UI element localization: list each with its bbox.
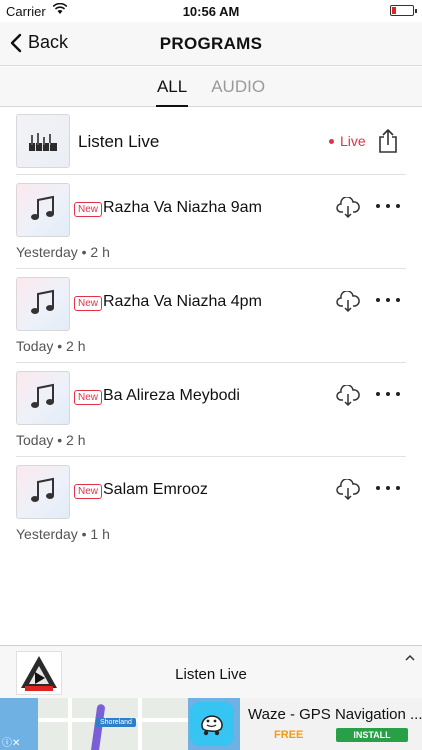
tab-audio[interactable]: AUDIO: [211, 67, 265, 107]
program-list: Listen Live Live New Razha Va Niazha 9am…: [0, 108, 422, 551]
live-status-label: Live: [340, 133, 366, 149]
live-thumbnail: [16, 114, 70, 168]
ad-banner[interactable]: ⓘ✕ Shoreland Waze - GPS Navigation ... F…: [0, 698, 422, 750]
more-icon[interactable]: [376, 294, 400, 306]
new-badge: New: [74, 296, 103, 311]
episode-thumbnail: [16, 371, 70, 425]
ad-map-image: Shoreland: [38, 698, 188, 750]
episode-thumbnail: [16, 465, 70, 519]
mini-player[interactable]: Listen Live: [0, 645, 422, 698]
install-button[interactable]: INSTALL: [336, 728, 408, 742]
music-note-icon: [31, 195, 54, 220]
battery-icon: [390, 5, 417, 16]
listen-live-row[interactable]: Listen Live Live: [16, 108, 406, 175]
episode-title: Ba Alireza Meybodi: [103, 387, 240, 404]
music-note-icon: [31, 477, 54, 502]
share-icon[interactable]: [377, 128, 399, 159]
list-item[interactable]: New Salam Emrooz Yesterday • 1 h: [16, 457, 406, 551]
list-item[interactable]: New Razha Va Niazha 4pm Today • 2 h: [16, 269, 406, 363]
episode-title: Salam Emrooz: [103, 481, 208, 498]
info-icon[interactable]: ⓘ✕: [2, 734, 20, 749]
tab-bar: ALL AUDIO: [0, 67, 422, 107]
download-icon[interactable]: [336, 478, 360, 506]
now-playing-title: Listen Live: [175, 666, 247, 683]
download-icon[interactable]: [336, 384, 360, 412]
episode-title: Razha Va Niazha 9am: [103, 199, 262, 216]
episode-thumbnail: [16, 183, 70, 237]
episode-title: Razha Va Niazha 4pm: [103, 293, 262, 310]
caret-up-icon[interactable]: [404, 649, 416, 667]
ad-map-street: Shoreland: [96, 718, 136, 727]
download-icon[interactable]: [336, 196, 360, 224]
status-bar: Carrier 10:56 AM: [0, 0, 422, 22]
more-icon[interactable]: [376, 388, 400, 400]
piano-keys-icon: [29, 133, 57, 151]
waze-icon: [190, 702, 234, 746]
episode-thumbnail: [16, 277, 70, 331]
ad-info-panel: Waze - GPS Navigation ... FREE INSTALL: [240, 698, 422, 750]
live-status: Live: [329, 133, 366, 149]
list-item[interactable]: New Ba Alireza Meybodi Today • 2 h: [16, 363, 406, 457]
more-icon[interactable]: [376, 200, 400, 212]
navigation-bar: Back PROGRAMS: [0, 22, 422, 66]
music-note-icon: [31, 289, 54, 314]
listen-live-label: Listen Live: [78, 132, 160, 151]
new-badge: New: [74, 202, 103, 217]
episode-meta: Today • 2 h: [16, 338, 86, 354]
music-note-icon: [31, 383, 54, 408]
new-badge: New: [74, 390, 103, 405]
ad-title: Waze - GPS Navigation ...: [248, 706, 422, 723]
download-icon[interactable]: [336, 290, 360, 318]
page-title: PROGRAMS: [159, 34, 263, 53]
episode-meta: Today • 2 h: [16, 432, 86, 448]
list-item[interactable]: New Razha Va Niazha 9am Yesterday • 2 h: [16, 175, 406, 269]
more-icon[interactable]: [376, 482, 400, 494]
ad-price: FREE: [274, 729, 304, 741]
new-badge: New: [74, 484, 103, 499]
episode-meta: Yesterday • 2 h: [16, 244, 110, 260]
episode-meta: Yesterday • 1 h: [16, 526, 110, 542]
tab-all[interactable]: ALL: [155, 67, 189, 107]
clock: 10:56 AM: [182, 4, 240, 19]
